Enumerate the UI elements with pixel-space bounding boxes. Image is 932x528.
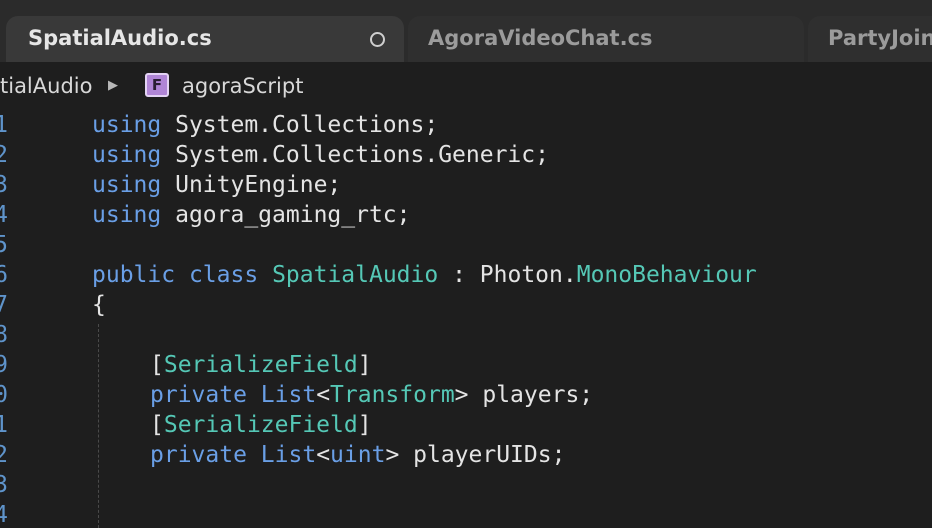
tab-spatialaudio-cs[interactable]: SpatialAudio.cs — [6, 16, 404, 62]
chevron-right-icon: ▶ — [108, 78, 118, 93]
tab-agoravideochat-cs[interactable]: AgoraVideoChat.cs — [408, 16, 804, 62]
keyword-token: using — [92, 172, 162, 198]
code-token: System.Collections.Generic; — [161, 142, 549, 168]
code-line[interactable]: [SerializeField] — [92, 350, 372, 380]
code-token: ] — [357, 352, 372, 378]
keyword-token: public — [92, 262, 176, 288]
keyword-token: List — [260, 382, 317, 408]
line-number: 1 — [0, 412, 8, 438]
keyword-token: uint — [330, 442, 386, 468]
tab-label: SpatialAudio.cs — [28, 26, 212, 50]
code-line[interactable]: using agora_gaming_rtc; — [92, 200, 411, 230]
breadcrumb-item-class[interactable]: tialAudio — [0, 74, 92, 98]
line-number: 3 — [0, 172, 8, 198]
keyword-token: using — [92, 142, 162, 168]
keyword-token: class — [188, 262, 259, 288]
breadcrumb-item-member[interactable]: agoraScript — [182, 74, 303, 98]
code-line[interactable]: private List<Transform> players; — [92, 380, 593, 410]
code-line[interactable]: using System.Collections.Generic; — [92, 140, 549, 170]
code-token: { — [92, 292, 106, 318]
line-number: 8 — [0, 322, 8, 348]
line-number: 5 — [0, 232, 8, 258]
tab-label: PartyJoin — [828, 26, 932, 50]
tab-partyjoin[interactable]: PartyJoin — [808, 16, 932, 62]
field-icon: F — [145, 73, 169, 97]
type-token: SpatialAudio — [272, 262, 439, 288]
code-token: [ — [150, 352, 164, 378]
code-token: [ — [150, 412, 164, 438]
code-token: > playerUIDs; — [385, 442, 566, 468]
line-number: 1 — [0, 112, 8, 138]
line-number: 2 — [0, 142, 8, 168]
keyword-token: using — [92, 202, 162, 228]
code-line[interactable]: using System.Collections; — [92, 110, 438, 140]
keyword-token: private — [150, 442, 247, 468]
code-line[interactable]: [SerializeField] — [92, 410, 372, 440]
line-number: 3 — [0, 472, 8, 498]
unsaved-dot-icon[interactable] — [370, 32, 385, 47]
code-token: < — [316, 442, 331, 468]
line-number: 2 — [0, 442, 8, 468]
code-line[interactable]: { — [92, 290, 106, 320]
line-number: 4 — [0, 502, 8, 528]
code-token: agora_gaming_rtc; — [161, 202, 411, 228]
tab-bar: SpatialAudio.cs AgoraVideoChat.cs PartyJ… — [0, 0, 932, 62]
code-token: System.Collections; — [161, 112, 439, 138]
code-token: ] — [357, 412, 372, 438]
type-token: SerializeField — [163, 352, 358, 378]
keyword-token: List — [260, 442, 317, 468]
code-token: : Photon. — [438, 262, 577, 288]
tab-label: AgoraVideoChat.cs — [428, 26, 653, 50]
line-number: 0 — [0, 382, 8, 408]
code-token: UnityEngine; — [161, 172, 342, 198]
keyword-token: using — [92, 112, 162, 138]
code-token: > players; — [454, 382, 594, 408]
line-number: 9 — [0, 352, 8, 378]
code-line[interactable]: public class SpatialAudio : Photon.MonoB… — [92, 260, 757, 290]
code-line[interactable]: using UnityEngine; — [92, 170, 341, 200]
type-token: SerializeField — [163, 412, 358, 438]
code-line[interactable]: private List<uint> playerUIDs; — [92, 440, 565, 470]
keyword-token: private — [150, 382, 247, 408]
type-token: Transform — [330, 382, 455, 408]
line-number: 4 — [0, 202, 8, 228]
type-token: MonoBehaviour — [576, 262, 757, 288]
line-number-gutter: 1 2 3 4 5 6 7 8 9 0 1 2 3 4 — [0, 108, 30, 528]
line-number: 7 — [0, 292, 8, 318]
code-token: < — [316, 382, 331, 408]
line-number: 6 — [0, 262, 8, 288]
code-editor[interactable]: 1 2 3 4 5 6 7 8 9 0 1 2 3 4 using System… — [0, 108, 932, 528]
breadcrumb: tialAudio ▶ F agoraScript — [0, 62, 932, 108]
